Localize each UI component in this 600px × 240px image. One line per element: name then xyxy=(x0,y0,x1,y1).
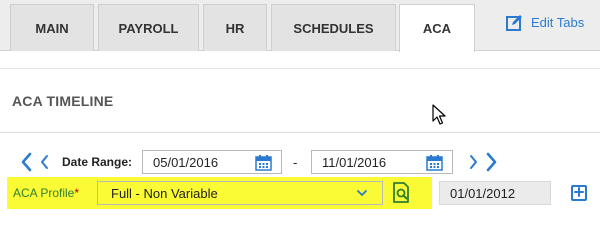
first-period-icon[interactable] xyxy=(20,152,34,172)
search-document-icon[interactable] xyxy=(392,182,412,204)
tab-payroll[interactable]: PAYROLL xyxy=(98,4,199,51)
end-date-field[interactable]: 11/01/2016 xyxy=(311,150,453,174)
calendar-icon[interactable] xyxy=(426,155,443,171)
divider xyxy=(0,68,600,69)
aca-profile-selected-value: Full - Non Variable xyxy=(111,185,218,201)
tab-hr[interactable]: HR xyxy=(203,4,267,51)
aca-profile-label-text: ACA Profile xyxy=(13,186,75,200)
date-range-label: Date Range: xyxy=(62,155,133,169)
start-date-value: 05/01/2016 xyxy=(153,154,219,170)
last-period-icon[interactable] xyxy=(484,152,498,172)
start-date-field[interactable]: 05/01/2016 xyxy=(142,150,282,174)
effective-date-field[interactable]: 01/01/2012 xyxy=(439,181,551,205)
tab-payroll-label: PAYROLL xyxy=(118,20,179,36)
tab-bar: MAIN PAYROLL HR SCHEDULES ACA Edit Tabs xyxy=(0,0,600,52)
tab-hr-label: HR xyxy=(225,20,245,36)
mouse-cursor-icon xyxy=(432,104,446,131)
calendar-icon[interactable] xyxy=(255,155,272,171)
edit-icon xyxy=(506,14,523,31)
edit-tabs-button[interactable]: Edit Tabs xyxy=(506,14,584,31)
aca-profile-select[interactable]: Full - Non Variable xyxy=(97,181,383,205)
end-date-value: 11/01/2016 xyxy=(322,154,387,170)
tab-main[interactable]: MAIN xyxy=(10,4,94,51)
section-divider xyxy=(0,132,600,133)
add-button[interactable] xyxy=(571,185,587,201)
plus-icon xyxy=(574,184,584,202)
tab-main-label: MAIN xyxy=(35,20,69,36)
section-title: ACA TIMELINE xyxy=(12,93,114,109)
tab-aca[interactable]: ACA xyxy=(399,4,475,52)
date-separator: - xyxy=(293,155,298,170)
tab-schedules-label: SCHEDULES xyxy=(293,20,374,36)
chevron-down-icon xyxy=(356,187,368,202)
tab-schedules[interactable]: SCHEDULES xyxy=(271,4,396,51)
previous-period-icon[interactable] xyxy=(40,154,54,174)
edit-tabs-label: Edit Tabs xyxy=(531,15,585,30)
next-period-icon[interactable] xyxy=(468,154,482,174)
required-mark: * xyxy=(74,186,80,200)
tab-aca-label: ACA xyxy=(422,21,452,36)
effective-date-value: 01/01/2012 xyxy=(450,185,516,201)
aca-profile-label: ACA Profile* xyxy=(13,186,79,200)
